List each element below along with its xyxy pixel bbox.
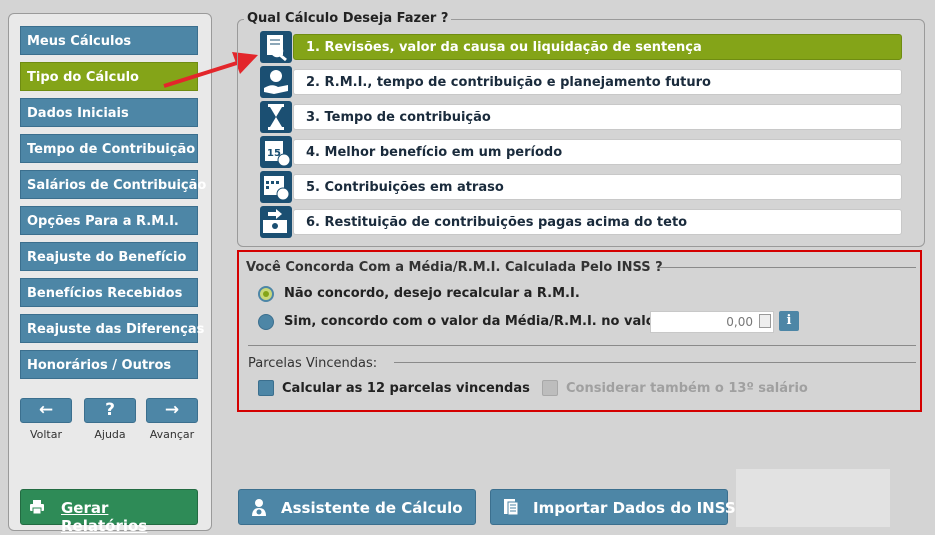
rmi-value-input[interactable]: 0,00 <box>650 311 774 333</box>
generate-reports-label: Gerar Relatórios <box>61 499 148 535</box>
calendar-coin-icon[interactable]: 15 <box>260 136 292 168</box>
calc-type-option[interactable]: 2. R.M.I., tempo de contribuição e plane… <box>293 69 902 95</box>
next-button[interactable]: → <box>146 398 198 423</box>
import-inss-label: Importar Dados do INSS <box>533 499 736 517</box>
agree-label[interactable]: Sim, concordo com o valor da Média/R.M.I… <box>284 314 684 329</box>
import-document-icon <box>504 499 519 516</box>
sidebar-item[interactable]: Salários de Contribuição <box>20 170 206 199</box>
rmi-question: Você Concorda Com a Média/R.M.I. Calcula… <box>246 260 663 275</box>
calc-type-option[interactable]: 3. Tempo de contribuição <box>293 104 902 130</box>
printer-icon <box>30 500 44 515</box>
calc-type-option[interactable]: 1. Revisões, valor da causa ou liquidaçã… <box>293 34 902 60</box>
calc-type-option[interactable]: 6. Restituição de contribuições pagas ac… <box>293 209 902 235</box>
magnifier-document-icon[interactable] <box>260 31 292 63</box>
sidebar-item[interactable]: Benefícios Recebidos <box>20 278 198 307</box>
question-icon: ? <box>105 400 115 420</box>
back-label: Voltar <box>29 428 63 441</box>
parcelas-title: Parcelas Vincendas: <box>248 356 378 371</box>
placeholder-panel <box>736 469 890 527</box>
calc12-checkbox[interactable] <box>258 380 274 396</box>
arrow-left-icon: ← <box>38 400 54 420</box>
calculator-icon[interactable] <box>759 314 771 328</box>
divider <box>660 267 916 268</box>
divider <box>394 362 916 363</box>
calc-type-title: Qual Cálculo Deseja Fazer ? <box>244 11 452 26</box>
sidebar-item[interactable]: Honorários / Outros <box>20 350 198 379</box>
generate-reports-button[interactable]: Gerar Relatórios <box>20 489 198 535</box>
disagree-radio[interactable] <box>258 286 274 302</box>
agree-radio[interactable] <box>258 314 274 330</box>
assistant-icon <box>252 499 266 516</box>
next-label: Avançar <box>149 428 195 441</box>
import-inss-button[interactable]: Importar Dados do INSS <box>490 489 736 525</box>
help-button[interactable]: ? <box>84 398 136 423</box>
sidebar-item[interactable]: Opções Para a R.M.I. <box>20 206 198 235</box>
sidebar-item[interactable]: Dados Iniciais <box>20 98 198 127</box>
divider <box>248 345 916 346</box>
calc-type-option[interactable]: 5. Contribuições em atraso <box>293 174 902 200</box>
salary13-label[interactable]: Considerar também o 13º salário <box>566 381 808 396</box>
calc-assistant-button[interactable]: Assistente de Cálculo <box>238 489 476 525</box>
calc-assistant-label: Assistente de Cálculo <box>281 499 463 517</box>
calc12-label[interactable]: Calcular as 12 parcelas vincendas <box>282 381 530 396</box>
hand-coin-icon[interactable] <box>260 66 292 98</box>
sidebar-item[interactable]: Reajuste das Diferenças <box>20 314 204 343</box>
sidebar-item[interactable]: Reajuste do Benefício <box>20 242 198 271</box>
arrow-right-icon: → <box>164 400 180 420</box>
back-button[interactable]: ← <box>20 398 72 423</box>
disagree-label[interactable]: Não concordo, desejo recalcular a R.M.I. <box>284 286 580 301</box>
hourglass-icon[interactable] <box>260 101 292 133</box>
help-label: Ajuda <box>94 428 126 441</box>
calendar-overdue-icon[interactable] <box>260 171 292 203</box>
calc-type-option[interactable]: 4. Melhor benefício em um período <box>293 139 902 165</box>
money-refund-icon[interactable] <box>260 206 292 238</box>
salary13-checkbox[interactable] <box>542 380 558 396</box>
info-button[interactable]: i <box>779 311 799 331</box>
sidebar-item[interactable]: Tempo de Contribuição <box>20 134 198 163</box>
